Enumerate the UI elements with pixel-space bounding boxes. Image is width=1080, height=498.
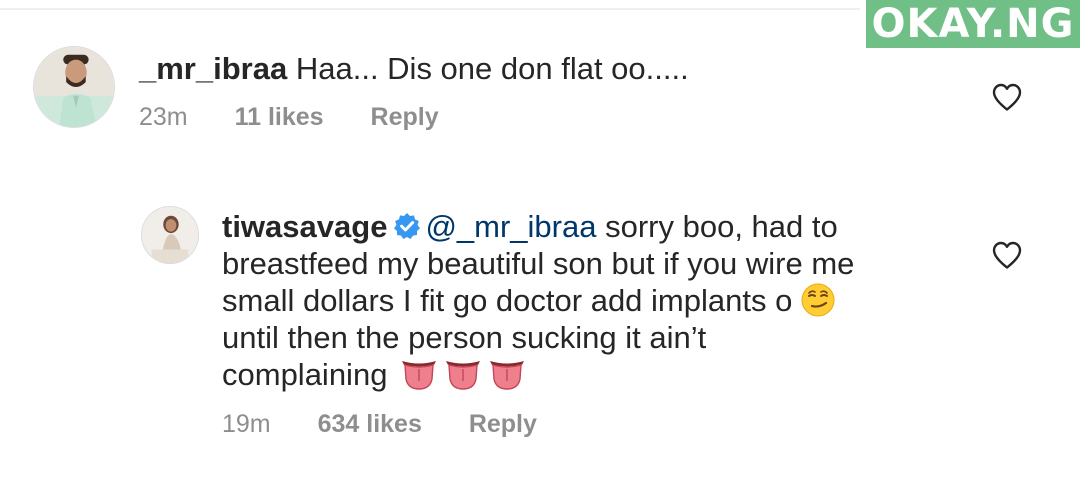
comment-line: small dollars I fit go doctor add implan… [222, 282, 922, 319]
avatar-man-photo [34, 47, 114, 127]
likes-count[interactable]: 11 likes [235, 103, 324, 132]
comment-body: complaining [222, 357, 388, 392]
heart-outline-icon [992, 241, 1022, 269]
comment-mr-ibraa: _mr_ibraa Haa... Dis one don flat oo....… [0, 0, 1080, 160]
comment-text: tiwasavage @_mr_ibraa sorry boo, had to b… [222, 208, 922, 393]
smirking-face-emoji [801, 283, 835, 317]
tongue-emoji [488, 357, 526, 391]
comment-body: small dollars I fit go doctor add implan… [222, 283, 793, 318]
username[interactable]: tiwasavage [222, 209, 387, 244]
comment-line: complaining [222, 356, 922, 393]
avatar[interactable] [33, 46, 115, 128]
likes-count[interactable]: 634 likes [318, 410, 422, 439]
comment-tiwasavage: tiwasavage @_mr_ibraa sorry boo, had to b… [0, 190, 1080, 460]
avatar-woman-photo [142, 207, 198, 263]
comment-body: sorry boo, had to [605, 209, 838, 244]
comment-line: breastfeed my beautiful son but if you w… [222, 246, 855, 281]
comment-line: until then the person sucking it ain’t [222, 320, 707, 355]
reply-button[interactable]: Reply [469, 410, 537, 439]
verified-badge-icon [393, 212, 421, 240]
tongue-emoji [444, 357, 482, 391]
mention-link[interactable]: @_mr_ibraa [425, 209, 596, 244]
avatar[interactable] [141, 206, 199, 264]
comment-meta: 23m 11 likes Reply [139, 103, 439, 132]
comment-body: Haa... Dis one don flat oo..... [295, 51, 689, 86]
comment-meta: 19m 634 likes Reply [222, 410, 537, 439]
comment-text: _mr_ibraa Haa... Dis one don flat oo....… [139, 50, 689, 87]
reply-button[interactable]: Reply [371, 103, 439, 132]
tongue-emoji [400, 357, 438, 391]
comment-line: tiwasavage @_mr_ibraa sorry boo, had to [222, 208, 922, 245]
heart-outline-icon [992, 83, 1022, 111]
username[interactable]: _mr_ibraa [139, 51, 287, 86]
like-button[interactable] [991, 82, 1023, 112]
like-button[interactable] [991, 240, 1023, 270]
timestamp: 19m [222, 410, 271, 438]
comments-screen: OKAY.NG _mr_ibraa Haa... Dis one don fla… [0, 0, 1080, 498]
timestamp: 23m [139, 103, 188, 131]
